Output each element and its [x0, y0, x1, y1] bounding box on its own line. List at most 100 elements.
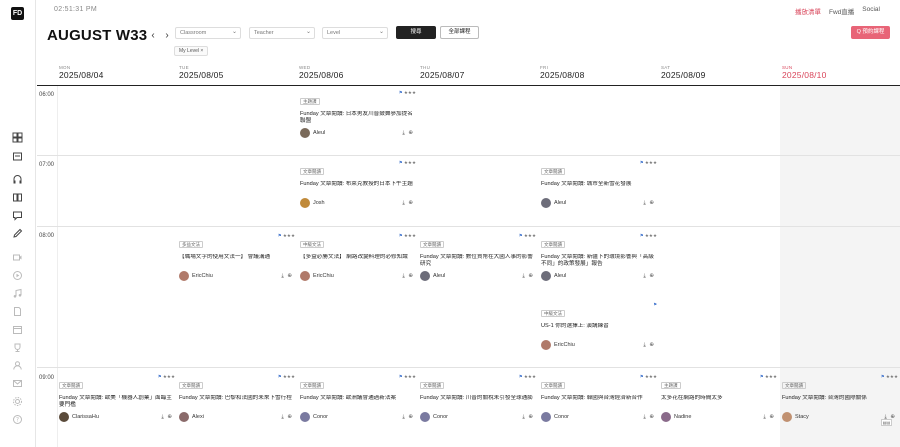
classroom-select[interactable]: Classroom ⌄ — [175, 27, 241, 39]
avatar[interactable] — [300, 128, 310, 138]
user-icon[interactable] — [12, 360, 23, 371]
teacher-name[interactable]: Conor — [313, 414, 328, 420]
avatar[interactable] — [179, 271, 189, 281]
avatar[interactable] — [300, 412, 310, 422]
reserve-icon[interactable]: ⊕ — [167, 414, 173, 420]
reserve-icon[interactable]: ⊕ — [649, 342, 655, 348]
day-header-fri[interactable]: FRI 2025/08/08 — [540, 65, 585, 80]
level-select[interactable]: Level ⌄ — [322, 27, 388, 39]
download-icon[interactable]: ⤓ — [402, 273, 405, 279]
reserve-icon[interactable]: ⊕ — [528, 273, 534, 279]
course-card[interactable]: 主題課 ⚑ ★★★ 太多花在網路的時間太多 Nadine ⤓ ⊕ — [661, 374, 779, 423]
calendar-icon[interactable] — [12, 324, 23, 335]
filter-chip[interactable]: My Level × — [174, 46, 209, 56]
close-icon[interactable]: × — [200, 48, 203, 54]
settings-icon[interactable] — [12, 396, 23, 407]
download-icon[interactable]: ⤓ — [402, 200, 405, 206]
course-card[interactable]: 主題課 ⚑ ★★★ Funday 文章閱讀: 日本男友川普鼓舞參加提名聯盟 Aleul… — [300, 90, 418, 139]
book-icon[interactable] — [12, 192, 23, 203]
reserve-icon[interactable]: ⊕ — [287, 273, 293, 279]
course-card[interactable]: 中級文法 ⚑ ★★★ 【多益必勝文法】 網路改變料理的必修知識 EricChiu ⤓ ⊕ — [300, 233, 418, 282]
reserve-icon[interactable]: ⊕ — [408, 130, 414, 136]
course-title[interactable]: Funday 文章閱讀: 巴黎和法國的未來下雪行程 — [179, 395, 297, 409]
avatar[interactable] — [300, 271, 310, 281]
course-card[interactable]: 多益文法 ⚑ ★★★ 【職場文字的使用文法一】 會議溝通 EricChiu ⤓ ⊕ — [179, 233, 297, 282]
course-card[interactable]: 文章閱讀 ⚑ ★★★ Funday 文章閱讀: 布萊克教授的日本下午主題 Josh ⤓ … — [300, 160, 418, 209]
download-icon[interactable]: ⤓ — [763, 414, 766, 420]
day-header-sun[interactable]: SUN 2025/08/10 — [782, 65, 827, 80]
app-logo[interactable]: FD — [11, 7, 24, 20]
day-header-sat[interactable]: SAT 2025/08/09 — [661, 65, 706, 80]
course-title[interactable]: Funday 文章閱讀: 川普的關稅未引發全球通膨 — [420, 395, 538, 409]
reserve-icon[interactable]: ⊕ — [528, 414, 534, 420]
teacher-name[interactable]: Aleul — [554, 200, 566, 206]
day-header-mon[interactable]: MON 2025/08/04 — [59, 65, 104, 80]
download-icon[interactable]: ⤓ — [643, 200, 646, 206]
download-icon[interactable]: ⤓ — [281, 414, 284, 420]
avatar[interactable] — [420, 412, 430, 422]
search-button[interactable]: 搜尋 — [396, 26, 436, 39]
teacher-name[interactable]: ClarissaHu — [72, 414, 99, 420]
headphones-icon[interactable] — [12, 174, 23, 185]
teacher-name[interactable]: Alexi — [192, 414, 204, 420]
course-card[interactable]: 文章閱讀 ⚑ ★★★ Funday 文章閱讀: 城市全新雪花發展 Aleul ⤓ ⊕ — [541, 160, 659, 209]
help-icon[interactable]: ? — [12, 414, 23, 425]
avatar[interactable] — [661, 412, 671, 422]
course-card[interactable]: 文章閱讀 ⚑ ★★★ Funday 文章閱讀: 川普的關稅未引發全球通膨 Conor ⤓… — [420, 374, 538, 423]
day-header-wed[interactable]: WED 2025/08/06 — [299, 65, 344, 80]
teacher-name[interactable]: EricChiu — [313, 273, 334, 279]
download-icon[interactable]: ⤓ — [161, 414, 164, 420]
teacher-name[interactable]: Conor — [433, 414, 448, 420]
reserve-icon[interactable]: ⊕ — [408, 200, 414, 206]
chevron-right-icon[interactable]: › — [162, 30, 172, 41]
social-link[interactable]: Social — [862, 6, 880, 16]
download-icon[interactable]: ⤓ — [522, 273, 525, 279]
teacher-name[interactable]: Stacy — [795, 414, 809, 420]
trophy-icon[interactable] — [12, 342, 23, 353]
course-card[interactable]: 文章閱讀 ⚑ ★★★ Funday 文章閱讀: 數位貨幣在大國人事的影響研究 Aleu… — [420, 233, 538, 282]
course-card[interactable]: 文章閱讀 ⚑ ★★★ Funday 文章閱讀: 新疆下的環境影響與「高級不同」的政策… — [541, 233, 659, 282]
course-title[interactable]: Funday 文章閱讀: 歐美「機器人創業」面臨主要門檻 — [59, 395, 177, 409]
document-icon[interactable] — [12, 306, 23, 317]
teacher-name[interactable]: Conor — [554, 414, 569, 420]
teacher-name[interactable]: Nadine — [674, 414, 691, 420]
day-header-tue[interactable]: TUE 2025/08/05 — [179, 65, 224, 80]
avatar[interactable] — [300, 198, 310, 208]
live-link[interactable]: Fwd直播 — [829, 6, 854, 16]
course-title[interactable]: Funday 文章閱讀: 數位貨幣在大國人事的影響研究 — [420, 254, 538, 268]
course-title[interactable]: Funday 文章閱讀: 韓國與台灣經濟新合作 — [541, 395, 659, 409]
teacher-name[interactable]: Josh — [313, 200, 325, 206]
chat-icon[interactable] — [12, 210, 23, 221]
download-icon[interactable]: ⤓ — [281, 273, 284, 279]
course-title[interactable]: 【職場文字的使用文法一】 會議溝通 — [179, 254, 297, 268]
classroom-icon[interactable] — [12, 151, 23, 162]
play-icon[interactable] — [12, 270, 23, 281]
course-title[interactable]: Funday 文章閱讀: 新疆下的環境影響與「高級不同」的政策發展」報告 — [541, 254, 659, 268]
avatar[interactable] — [179, 412, 189, 422]
course-title[interactable]: US-1 你的選擇上: 演講練習 — [541, 323, 659, 337]
course-card[interactable]: 文章閱讀 ⚑ ★★★ Funday 文章閱讀: 韓國與台灣經濟新合作 Conor ⤓ ⊕ — [541, 374, 659, 423]
course-card[interactable]: 文章閱讀 ⚑ ★★★ Funday 文章閱讀: 歐洲議會通過新法案 Conor ⤓ ⊕ — [300, 374, 418, 423]
chevron-left-icon[interactable]: ‹ — [148, 30, 158, 41]
course-title[interactable]: Funday 文章閱讀: 城市全新雪花發展 — [541, 181, 659, 195]
teacher-name[interactable]: Aleul — [554, 273, 566, 279]
reserve-icon[interactable]: ⊕ — [769, 414, 775, 420]
download-icon[interactable]: ⤓ — [643, 342, 646, 348]
course-title[interactable]: Funday 文章閱讀: 歐洲議會通過新法案 — [300, 395, 418, 409]
playlist-link[interactable]: 播放清單 — [795, 6, 821, 16]
teacher-select[interactable]: Teacher ⌄ — [249, 27, 315, 39]
teacher-name[interactable]: Aleul — [433, 273, 445, 279]
teacher-name[interactable]: EricChiu — [554, 342, 575, 348]
course-card[interactable]: 中級文法 ⚑ US-1 你的選擇上: 演講練習 EricChiu ⤓ ⊕ — [541, 302, 659, 351]
avatar[interactable] — [420, 271, 430, 281]
download-icon[interactable]: ⤓ — [522, 414, 525, 420]
teacher-name[interactable]: EricChiu — [192, 273, 213, 279]
grid-icon[interactable] — [12, 132, 23, 143]
list-view-button[interactable]: ▤▤ — [881, 419, 892, 426]
reserve-icon[interactable]: ⊕ — [649, 273, 655, 279]
avatar[interactable] — [541, 198, 551, 208]
reserve-icon[interactable]: ⊕ — [649, 414, 655, 420]
course-title[interactable]: Funday 文章閱讀: 日本男友川普鼓舞參加提名聯盟 — [300, 111, 418, 125]
reserve-icon[interactable]: ⊕ — [408, 273, 414, 279]
download-icon[interactable]: ⤓ — [402, 130, 405, 136]
